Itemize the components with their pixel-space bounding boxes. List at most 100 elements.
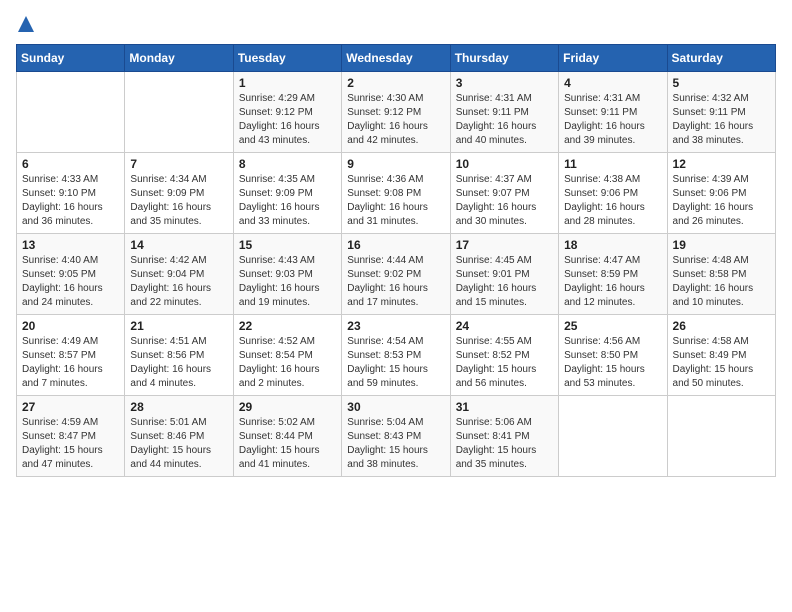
day-info: Sunrise: 4:43 AM Sunset: 9:03 PM Dayligh… bbox=[239, 254, 336, 310]
day-number: 14 bbox=[130, 238, 227, 252]
day-cell: 15 Sunrise: 4:43 AM Sunset: 9:03 PM Dayli… bbox=[233, 234, 341, 315]
day-cell: 4 Sunrise: 4:31 AM Sunset: 9:11 PM Daylig… bbox=[559, 72, 667, 153]
day-info: Sunrise: 5:04 AM Sunset: 8:43 PM Dayligh… bbox=[347, 416, 444, 472]
day-number: 23 bbox=[347, 319, 444, 333]
day-info: Sunrise: 4:44 AM Sunset: 9:02 PM Dayligh… bbox=[347, 254, 444, 310]
day-info: Sunrise: 4:59 AM Sunset: 8:47 PM Dayligh… bbox=[22, 416, 119, 472]
calendar-table: SundayMondayTuesdayWednesdayThursdayFrid… bbox=[16, 44, 776, 477]
day-info: Sunrise: 4:48 AM Sunset: 8:58 PM Dayligh… bbox=[673, 254, 770, 310]
header-day-thursday: Thursday bbox=[450, 45, 558, 72]
day-number: 7 bbox=[130, 157, 227, 171]
day-cell: 11 Sunrise: 4:38 AM Sunset: 9:06 PM Dayli… bbox=[559, 153, 667, 234]
day-info: Sunrise: 4:30 AM Sunset: 9:12 PM Dayligh… bbox=[347, 92, 444, 148]
day-number: 20 bbox=[22, 319, 119, 333]
header-day-sunday: Sunday bbox=[17, 45, 125, 72]
day-number: 19 bbox=[673, 238, 770, 252]
week-row-1: 1 Sunrise: 4:29 AM Sunset: 9:12 PM Daylig… bbox=[17, 72, 776, 153]
day-number: 18 bbox=[564, 238, 661, 252]
day-info: Sunrise: 4:56 AM Sunset: 8:50 PM Dayligh… bbox=[564, 335, 661, 391]
day-info: Sunrise: 4:49 AM Sunset: 8:57 PM Dayligh… bbox=[22, 335, 119, 391]
day-info: Sunrise: 4:31 AM Sunset: 9:11 PM Dayligh… bbox=[564, 92, 661, 148]
day-info: Sunrise: 4:55 AM Sunset: 8:52 PM Dayligh… bbox=[456, 335, 553, 391]
day-number: 9 bbox=[347, 157, 444, 171]
day-info: Sunrise: 4:38 AM Sunset: 9:06 PM Dayligh… bbox=[564, 173, 661, 229]
day-cell: 22Sunrise: 4:52 AM Sunset: 8:54 PM Dayli… bbox=[233, 315, 341, 396]
day-info: Sunrise: 4:33 AM Sunset: 9:10 PM Dayligh… bbox=[22, 173, 119, 229]
day-number: 1 bbox=[239, 76, 336, 90]
day-number: 10 bbox=[456, 157, 553, 171]
day-info: Sunrise: 5:02 AM Sunset: 8:44 PM Dayligh… bbox=[239, 416, 336, 472]
day-cell: 20 Sunrise: 4:49 AM Sunset: 8:57 PM Dayli… bbox=[17, 315, 125, 396]
day-cell: 24 Sunrise: 4:55 AM Sunset: 8:52 PM Dayli… bbox=[450, 315, 558, 396]
day-cell: 9 Sunrise: 4:36 AM Sunset: 9:08 PM Daylig… bbox=[342, 153, 450, 234]
day-number: 16 bbox=[347, 238, 444, 252]
day-info: Sunrise: 4:45 AM Sunset: 9:01 PM Dayligh… bbox=[456, 254, 553, 310]
day-number: 4 bbox=[564, 76, 661, 90]
header-day-friday: Friday bbox=[559, 45, 667, 72]
day-cell: 27 Sunrise: 4:59 AM Sunset: 8:47 PM Dayli… bbox=[17, 396, 125, 477]
header-row: SundayMondayTuesdayWednesdayThursdayFrid… bbox=[17, 45, 776, 72]
day-number: 17 bbox=[456, 238, 553, 252]
day-cell bbox=[559, 396, 667, 477]
day-info: Sunrise: 5:06 AM Sunset: 8:41 PM Dayligh… bbox=[456, 416, 553, 472]
day-cell: 26Sunrise: 4:58 AM Sunset: 8:49 PM Dayli… bbox=[667, 315, 775, 396]
page-header bbox=[16, 16, 776, 32]
header-day-tuesday: Tuesday bbox=[233, 45, 341, 72]
calendar-header: SundayMondayTuesdayWednesdayThursdayFrid… bbox=[17, 45, 776, 72]
day-cell: 25 Sunrise: 4:56 AM Sunset: 8:50 PM Dayli… bbox=[559, 315, 667, 396]
logo bbox=[16, 16, 34, 32]
day-info: Sunrise: 4:36 AM Sunset: 9:08 PM Dayligh… bbox=[347, 173, 444, 229]
day-number: 11 bbox=[564, 157, 661, 171]
day-info: Sunrise: 4:54 AM Sunset: 8:53 PM Dayligh… bbox=[347, 335, 444, 391]
week-row-3: 13 Sunrise: 4:40 AM Sunset: 9:05 PM Dayli… bbox=[17, 234, 776, 315]
calendar-body: 1 Sunrise: 4:29 AM Sunset: 9:12 PM Daylig… bbox=[17, 72, 776, 477]
day-cell bbox=[667, 396, 775, 477]
week-row-4: 20 Sunrise: 4:49 AM Sunset: 8:57 PM Dayli… bbox=[17, 315, 776, 396]
day-cell: 3 Sunrise: 4:31 AM Sunset: 9:11 PM Daylig… bbox=[450, 72, 558, 153]
day-info: Sunrise: 4:37 AM Sunset: 9:07 PM Dayligh… bbox=[456, 173, 553, 229]
day-number: 27 bbox=[22, 400, 119, 414]
day-info: Sunrise: 4:32 AM Sunset: 9:11 PM Dayligh… bbox=[673, 92, 770, 148]
day-cell: 28Sunrise: 5:01 AM Sunset: 8:46 PM Dayli… bbox=[125, 396, 233, 477]
day-info: Sunrise: 4:42 AM Sunset: 9:04 PM Dayligh… bbox=[130, 254, 227, 310]
logo-icon bbox=[18, 16, 34, 32]
day-cell: 10 Sunrise: 4:37 AM Sunset: 9:07 PM Dayli… bbox=[450, 153, 558, 234]
day-info: Sunrise: 4:47 AM Sunset: 8:59 PM Dayligh… bbox=[564, 254, 661, 310]
day-cell: 30 Sunrise: 5:04 AM Sunset: 8:43 PM Dayli… bbox=[342, 396, 450, 477]
day-info: Sunrise: 4:51 AM Sunset: 8:56 PM Dayligh… bbox=[130, 335, 227, 391]
day-cell: 31 Sunrise: 5:06 AM Sunset: 8:41 PM Dayli… bbox=[450, 396, 558, 477]
day-info: Sunrise: 4:35 AM Sunset: 9:09 PM Dayligh… bbox=[239, 173, 336, 229]
day-info: Sunrise: 4:40 AM Sunset: 9:05 PM Dayligh… bbox=[22, 254, 119, 310]
day-cell: 8 Sunrise: 4:35 AM Sunset: 9:09 PM Daylig… bbox=[233, 153, 341, 234]
day-cell: 14 Sunrise: 4:42 AM Sunset: 9:04 PM Dayli… bbox=[125, 234, 233, 315]
week-row-5: 27 Sunrise: 4:59 AM Sunset: 8:47 PM Dayli… bbox=[17, 396, 776, 477]
day-number: 31 bbox=[456, 400, 553, 414]
day-cell: 7Sunrise: 4:34 AM Sunset: 9:09 PM Daylig… bbox=[125, 153, 233, 234]
day-cell: 12Sunrise: 4:39 AM Sunset: 9:06 PM Dayli… bbox=[667, 153, 775, 234]
day-cell: 5 Sunrise: 4:32 AM Sunset: 9:11 PM Daylig… bbox=[667, 72, 775, 153]
day-number: 5 bbox=[673, 76, 770, 90]
day-number: 29 bbox=[239, 400, 336, 414]
day-number: 24 bbox=[456, 319, 553, 333]
day-number: 2 bbox=[347, 76, 444, 90]
day-number: 22 bbox=[239, 319, 336, 333]
day-number: 8 bbox=[239, 157, 336, 171]
day-number: 13 bbox=[22, 238, 119, 252]
day-number: 28 bbox=[130, 400, 227, 414]
day-number: 30 bbox=[347, 400, 444, 414]
day-number: 25 bbox=[564, 319, 661, 333]
day-cell: 21 Sunrise: 4:51 AM Sunset: 8:56 PM Dayli… bbox=[125, 315, 233, 396]
header-day-saturday: Saturday bbox=[667, 45, 775, 72]
day-cell: 2 Sunrise: 4:30 AM Sunset: 9:12 PM Daylig… bbox=[342, 72, 450, 153]
day-cell: 13 Sunrise: 4:40 AM Sunset: 9:05 PM Dayli… bbox=[17, 234, 125, 315]
day-info: Sunrise: 4:31 AM Sunset: 9:11 PM Dayligh… bbox=[456, 92, 553, 148]
header-day-wednesday: Wednesday bbox=[342, 45, 450, 72]
day-cell bbox=[17, 72, 125, 153]
day-number: 3 bbox=[456, 76, 553, 90]
day-number: 21 bbox=[130, 319, 227, 333]
day-number: 15 bbox=[239, 238, 336, 252]
week-row-2: 6Sunrise: 4:33 AM Sunset: 9:10 PM Daylig… bbox=[17, 153, 776, 234]
day-cell: 18 Sunrise: 4:47 AM Sunset: 8:59 PM Dayli… bbox=[559, 234, 667, 315]
day-info: Sunrise: 4:29 AM Sunset: 9:12 PM Dayligh… bbox=[239, 92, 336, 148]
day-cell: 16 Sunrise: 4:44 AM Sunset: 9:02 PM Dayli… bbox=[342, 234, 450, 315]
